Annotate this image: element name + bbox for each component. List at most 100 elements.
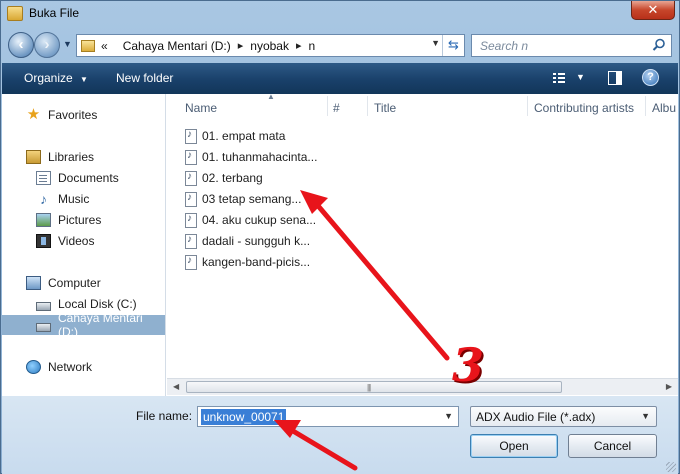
search-input[interactable]: Search n <box>471 34 672 57</box>
file-item[interactable]: 04. aku cukup sena... <box>185 210 316 230</box>
audio-file-icon <box>185 149 197 165</box>
file-item[interactable]: 01. empat mata <box>185 126 285 146</box>
address-bar[interactable]: « Cahaya Mentari (D:) ▸ nyobak ▸ n ▼ ⇆ <box>76 34 465 57</box>
organize-button[interactable]: Organize ▼ <box>24 71 88 85</box>
file-name: 04. aku cukup sena... <box>202 213 317 227</box>
sidebar-label: Videos <box>58 234 95 248</box>
view-options-icon[interactable] <box>552 71 566 85</box>
breadcrumb-nyobak[interactable]: nyobak <box>250 39 289 53</box>
column-header-title[interactable]: Title <box>374 94 396 118</box>
search-placeholder: Search n <box>480 39 529 53</box>
close-button[interactable]: ✕ <box>631 1 675 20</box>
sidebar-item-favorites[interactable]: ★ Favorites <box>2 105 165 125</box>
file-item[interactable]: 03 tetap semang... <box>185 189 301 209</box>
refresh-button[interactable]: ⇆ <box>442 35 464 56</box>
sidebar-label: Network <box>48 360 93 374</box>
horizontal-scrollbar[interactable]: ◀ ||| ▶ <box>167 378 678 395</box>
file-item[interactable]: 02. terbang <box>185 168 263 188</box>
scroll-right-arrow-icon[interactable]: ▶ <box>666 382 672 391</box>
file-item[interactable]: kangen-band-picis... <box>185 252 310 272</box>
audio-file-icon <box>185 128 197 144</box>
file-type-value: ADX Audio File (*.adx) <box>476 410 596 424</box>
sidebar-item-music[interactable]: ♪ Music <box>2 189 165 209</box>
recent-pages-dropdown[interactable]: ▼ <box>63 39 72 49</box>
sidebar-item-computer[interactable]: Computer <box>2 273 165 293</box>
main-area: ★ Favorites Libraries Documents ♪ Music … <box>2 92 678 396</box>
column-divider[interactable] <box>367 96 368 116</box>
audio-file-icon <box>185 191 197 207</box>
file-list[interactable]: Name ▲ # Title Contributing artists Albu… <box>167 92 678 396</box>
sidebar-item-cahaya-mentari[interactable]: Cahaya Mentari (D:) <box>2 311 165 339</box>
video-icon <box>36 234 51 248</box>
chevron-right-icon[interactable]: ▸ <box>296 39 302 52</box>
sidebar-item-videos[interactable]: Videos <box>2 231 165 251</box>
file-name-input[interactable]: unknow_00071 ▼ <box>197 406 459 427</box>
arrow-right-icon: › <box>44 36 50 53</box>
sidebar-label: Music <box>58 192 90 206</box>
breadcrumb-overflow[interactable]: « <box>101 39 108 53</box>
preview-pane-icon[interactable] <box>608 71 622 85</box>
sidebar-item-documents[interactable]: Documents <box>2 168 165 188</box>
window-title: Buka File <box>29 6 80 20</box>
chevron-down-icon[interactable]: ▼ <box>444 411 453 421</box>
scrollbar-thumb[interactable]: ||| <box>186 381 562 393</box>
column-header-name[interactable]: Name ▲ <box>185 92 275 118</box>
music-note-icon: ♪ <box>40 191 47 207</box>
navigation-pane[interactable]: ★ Favorites Libraries Documents ♪ Music … <box>2 94 166 396</box>
file-name-value: unknow_00071 <box>201 409 287 425</box>
refresh-icon: ⇆ <box>448 37 459 52</box>
file-name: kangen-band-picis... <box>202 255 311 269</box>
search-icon[interactable] <box>652 38 666 52</box>
column-divider[interactable] <box>645 96 646 116</box>
column-header-contributing-artists[interactable]: Contributing artists <box>534 94 634 118</box>
file-name-bar: File name: unknow_00071 ▼ ADX Audio File… <box>2 396 678 474</box>
chevron-down-icon: ▼ <box>641 411 650 421</box>
sidebar-label: Documents <box>58 171 119 185</box>
open-file-dialog: Buka File ✕ ‹ › ▼ « Cahaya Mentari (D:) … <box>0 0 680 474</box>
chevron-down-icon[interactable]: ▼ <box>431 38 440 48</box>
chevron-right-icon[interactable]: ▸ <box>238 39 244 52</box>
audio-file-icon <box>185 233 197 249</box>
sidebar-item-network[interactable]: Network <box>2 357 165 377</box>
breadcrumb-n[interactable]: n <box>309 39 316 53</box>
column-header-number[interactable]: # <box>333 94 340 118</box>
view-options-dropdown[interactable]: ▼ <box>576 72 585 82</box>
star-icon: ★ <box>26 106 41 123</box>
picture-icon <box>36 213 51 227</box>
open-button[interactable]: Open <box>470 434 558 458</box>
file-name: dadali - sungguh k... <box>202 234 311 248</box>
help-button[interactable]: ? <box>642 69 659 86</box>
hard-drive-icon <box>36 322 51 332</box>
grip-icon: ||| <box>367 383 371 392</box>
sidebar-item-pictures[interactable]: Pictures <box>2 210 165 230</box>
file-name-label: File name: <box>136 409 193 423</box>
arrow-left-icon: ‹ <box>18 36 24 53</box>
back-button[interactable]: ‹ <box>8 32 34 58</box>
annotation-step-number: 3 <box>452 338 485 392</box>
column-divider[interactable] <box>327 96 328 116</box>
chevron-down-icon: ▼ <box>80 75 88 84</box>
file-name: 01. tuhanmahacinta... <box>202 150 318 164</box>
file-type-select[interactable]: ADX Audio File (*.adx) ▼ <box>470 406 657 427</box>
sort-up-icon: ▲ <box>267 92 275 101</box>
sidebar-label: Pictures <box>58 213 102 227</box>
forward-button[interactable]: › <box>34 32 60 58</box>
column-header-album[interactable]: Albu <box>652 94 676 118</box>
new-folder-button[interactable]: New folder <box>116 71 173 85</box>
address-row: ‹ › ▼ « Cahaya Mentari (D:) ▸ nyobak ▸ n… <box>1 29 679 61</box>
sidebar-label: Favorites <box>48 108 98 122</box>
sidebar-label: Cahaya Mentari (D:) <box>58 311 143 339</box>
audio-file-icon <box>185 254 197 270</box>
scroll-left-arrow-icon[interactable]: ◀ <box>173 382 179 391</box>
folder-icon <box>7 6 23 21</box>
file-item[interactable]: 01. tuhanmahacinta... <box>185 147 317 167</box>
network-icon <box>26 360 41 374</box>
column-divider[interactable] <box>527 96 528 116</box>
sidebar-item-libraries[interactable]: Libraries <box>2 147 165 167</box>
hard-drive-icon <box>36 301 51 311</box>
breadcrumb-drive[interactable]: Cahaya Mentari (D:) <box>123 39 231 53</box>
organize-label: Organize <box>24 71 73 85</box>
cancel-button[interactable]: Cancel <box>568 434 657 458</box>
file-item[interactable]: dadali - sungguh k... <box>185 231 310 251</box>
resize-grip-icon[interactable] <box>666 462 676 472</box>
